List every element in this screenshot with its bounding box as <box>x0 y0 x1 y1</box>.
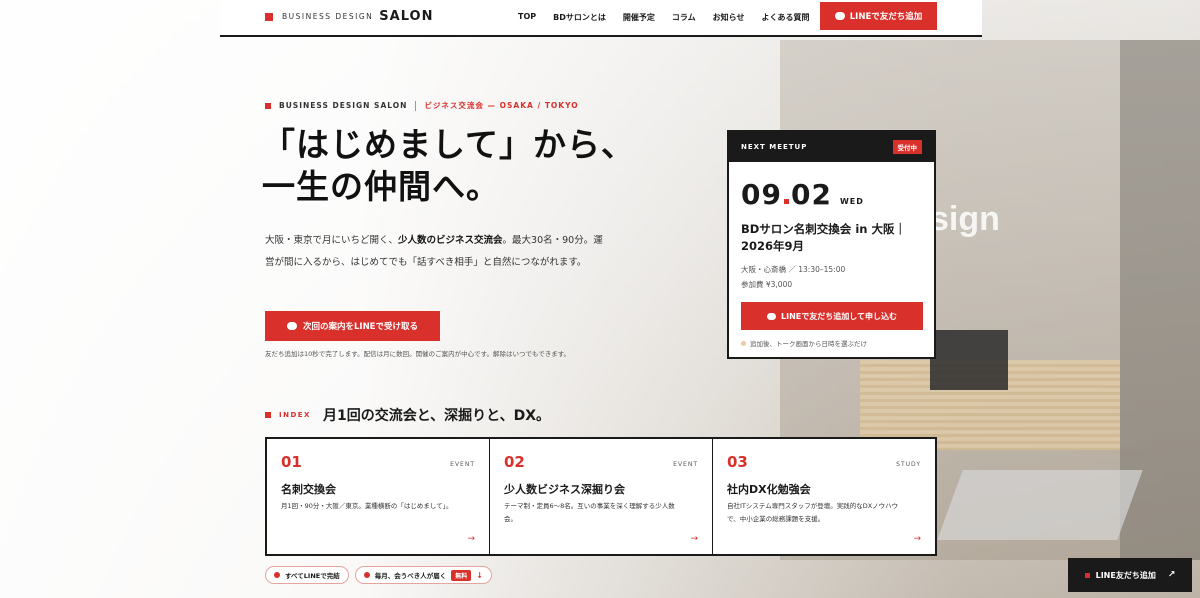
float-mark-icon <box>1084 572 1090 578</box>
arrow-right-icon: → <box>913 534 921 544</box>
logo-prefix: BUSINESS DESIGN <box>282 12 374 21</box>
meetup-subnote-text: 追加後、トーク画面から日時を選ぶだけ <box>750 340 867 348</box>
nav-faq[interactable]: よくある質問 <box>761 12 809 23</box>
index-card-meishi[interactable]: 01 EVENT 名刺交換会 月1回・90分・大阪／東京。業種横断の「はじめまし… <box>267 439 490 554</box>
site-header: BUSINESS DESIGN SALON TOP BDサロンとは 開催予定 コ… <box>220 0 982 37</box>
meetup-apply-label: LINEで友だち追加して申し込む <box>781 311 897 321</box>
card-desc: テーマ制・定員6〜8名。互いの事業を深く理解する少人数会。 <box>504 502 675 523</box>
pill-text: すべてLINEで完結 <box>285 572 340 580</box>
card-number: 02 <box>504 453 525 471</box>
index-title: 月1回の交流会と、深掘りと、DX。 <box>322 408 550 424</box>
index-card-dx[interactable]: 03 STUDY 社内DX化勉強会 自社ITシステム専門スタッフが登壇。実践的な… <box>713 439 935 554</box>
card-title: 名刺交換会 <box>281 483 336 496</box>
index-mark-icon <box>265 412 271 418</box>
meetup-title: BDサロン名刺交換会 in 大阪｜2026年9月 <box>741 222 906 253</box>
meetup-weekday: WED <box>839 197 864 206</box>
nav-news[interactable]: お知らせ <box>713 12 745 23</box>
meetup-place-time: 大阪・心斎橋 ／ 13:30–15:00 <box>741 265 846 274</box>
meetup-day: 02 <box>790 178 832 211</box>
logo-mark-icon <box>265 12 273 21</box>
hero-cta-label: 次回の案内をLINEで受け取る <box>302 322 418 332</box>
hero-title-line1: 「はじめまして」から、 <box>262 125 636 164</box>
meetup-label: NEXT MEETUP <box>741 143 808 151</box>
hero-title: 「はじめまして」から、 一生の仲間へ。 <box>262 124 636 210</box>
card-desc: 自社ITシステム専門スタッフが登壇。実践的なDXノウハウで、中小企業の総務課題を… <box>727 502 899 523</box>
card-title: 社内DX化勉強会 <box>727 483 811 496</box>
nav-schedule[interactable]: 開催予定 <box>623 12 655 23</box>
arrow-right-icon: → <box>690 534 698 544</box>
nav-column[interactable]: コラム <box>672 12 696 23</box>
meetup-card-header: NEXT MEETUP 受付中 <box>729 132 934 162</box>
index-heading: INDEX 月1回の交流会と、深掘りと、DX。 <box>265 405 550 425</box>
nav-about[interactable]: BDサロンとは <box>553 12 606 23</box>
next-meetup-card: NEXT MEETUP 受付中 09 02 WED BDサロン名刺交換会 in 大阪… <box>727 130 936 359</box>
hero-title-line2: 一生の仲間へ。 <box>262 167 502 210</box>
external-arrow-icon: ↗ <box>1167 570 1176 580</box>
eyebrow-tag: ビジネス交流会 — OSAKA / TOKYO <box>424 101 579 110</box>
meetup-subnote: 追加後、トーク画面から日時を選ぶだけ <box>741 338 867 348</box>
date-dot-icon <box>783 199 789 204</box>
index-grid: 01 EVENT 名刺交換会 月1回・90分・大阪／東京。業種横断の「はじめまし… <box>265 437 937 556</box>
card-kind: EVENT <box>673 461 698 468</box>
nav-top[interactable]: TOP <box>518 12 536 23</box>
free-badge: 無料 <box>451 569 472 581</box>
pill-dot-icon <box>274 572 280 578</box>
pill-dot-icon <box>363 572 370 578</box>
logo-main: SALON <box>379 9 434 24</box>
site-logo[interactable]: BUSINESS DESIGN SALON <box>265 9 433 24</box>
pill-monthly[interactable]: 毎月、会うべき人が届く 無料 ↓ <box>354 566 492 584</box>
meetup-date: 09 02 WED <box>741 178 864 211</box>
meetup-apply-button[interactable]: LINEで友だち追加して申し込む <box>741 302 923 330</box>
meetup-meta: 大阪・心斎橋 ／ 13:30–15:00 参加費 ¥3,000 <box>741 262 845 292</box>
index-card-deepdive[interactable]: 02 EVENT 少人数ビジネス深掘り会 テーマ制・定員6〜8名。互いの事業を深… <box>490 439 713 554</box>
floating-line-button[interactable]: LINE友だち追加 ↗ <box>1068 558 1192 592</box>
arrow-down-icon: ↓ <box>476 570 483 580</box>
feature-pills: すべてLINEで完結 毎月、会うべき人が届く 無料 ↓ <box>265 566 492 584</box>
header-line-button[interactable]: LINEで友だち追加 <box>820 2 937 30</box>
card-kind: EVENT <box>450 461 475 468</box>
hero-lead: 大阪・東京で月にいちど開く、少人数のビジネス交流会。最大30名・90分。運営が間… <box>265 230 605 274</box>
lead-bold: 少人数のビジネス交流会 <box>398 235 503 246</box>
floating-line-label: LINE友だち追加 <box>1095 570 1156 580</box>
meetup-month: 09 <box>741 178 782 211</box>
hero-note: 友だち追加は10秒で完了します。配信は月に数回。開催のご案内が中心です。解除はい… <box>265 350 571 358</box>
card-desc: 月1回・90分・大阪／東京。業種横断の「はじめまして」。 <box>281 502 453 510</box>
eyebrow-divider <box>415 100 417 111</box>
lead-part1: 大阪・東京で月にいちど開く、 <box>265 235 399 246</box>
meetup-fee: 参加費 ¥3,000 <box>741 280 793 289</box>
line-chat-icon <box>286 322 297 330</box>
global-nav: TOP BDサロンとは 開催予定 コラム お知らせ よくある質問 <box>518 12 826 23</box>
header-line-label: LINEで友だち追加 <box>849 12 923 22</box>
card-kind: STUDY <box>896 461 921 468</box>
pill-text: 毎月、会うべき人が届く <box>374 572 447 580</box>
card-number: 01 <box>281 453 302 471</box>
bullet-dot-icon <box>741 340 746 346</box>
card-number: 03 <box>727 453 748 471</box>
card-title: 少人数ビジネス深掘り会 <box>504 483 625 496</box>
arrow-right-icon: → <box>467 534 475 544</box>
hero-line-cta-button[interactable]: 次回の案内をLINEで受け取る <box>265 311 440 341</box>
index-label: INDEX <box>279 411 311 419</box>
eyebrow-mark-icon <box>265 102 271 109</box>
eyebrow-brand: BUSINESS DESIGN SALON <box>279 101 408 110</box>
line-chat-icon <box>834 12 845 20</box>
hero-eyebrow: BUSINESS DESIGN SALON ビジネス交流会 — OSAKA / … <box>265 100 579 111</box>
status-badge: 受付中 <box>892 140 922 154</box>
line-chat-icon <box>767 312 776 320</box>
pill-line-complete: すべてLINEで完結 <box>265 566 349 584</box>
